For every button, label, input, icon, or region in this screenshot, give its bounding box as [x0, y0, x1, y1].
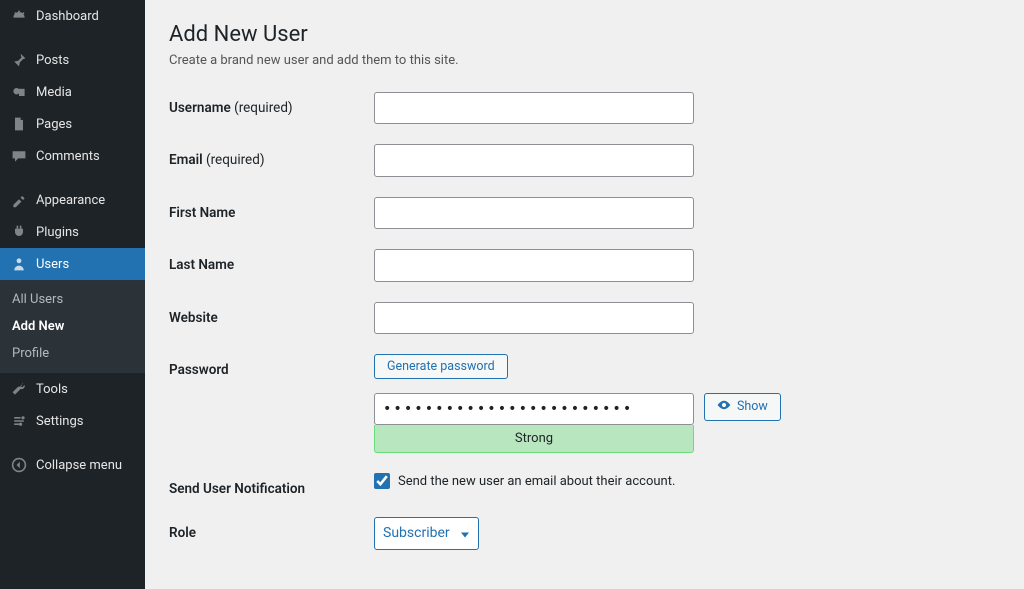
media-icon [10, 84, 28, 100]
sidebar-item-appearance[interactable]: Appearance [0, 184, 145, 216]
submenu-all-users[interactable]: All Users [0, 286, 145, 313]
sidebar-item-label: Comments [36, 149, 100, 164]
sidebar-item-dashboard[interactable]: Dashboard [0, 0, 145, 32]
sidebar-item-label: Users [36, 257, 69, 272]
role-label: Role [169, 517, 374, 541]
email-label: Email (required) [169, 144, 374, 168]
main-content: Add New User Create a brand new user and… [145, 0, 1024, 589]
email-input[interactable] [374, 144, 694, 176]
pages-icon [10, 116, 28, 132]
plugins-icon [10, 224, 28, 240]
eye-icon [717, 398, 731, 416]
sidebar-item-settings[interactable]: Settings [0, 405, 145, 437]
sidebar-item-label: Collapse menu [36, 458, 122, 473]
page-description: Create a brand new user and add them to … [169, 53, 1000, 68]
settings-icon [10, 413, 28, 429]
sidebar-item-posts[interactable]: Posts [0, 44, 145, 76]
sidebar-item-label: Posts [36, 53, 69, 68]
show-password-button[interactable]: Show [704, 393, 781, 421]
sidebar-item-comments[interactable]: Comments [0, 140, 145, 172]
website-input[interactable] [374, 302, 694, 334]
password-label: Password [169, 354, 374, 378]
submenu-profile[interactable]: Profile [0, 340, 145, 367]
last-name-input[interactable] [374, 249, 694, 281]
appearance-icon [10, 192, 28, 208]
sidebar-item-tools[interactable]: Tools [0, 373, 145, 405]
tools-icon [10, 381, 28, 397]
sidebar-item-label: Media [36, 85, 72, 100]
comments-icon [10, 148, 28, 164]
sidebar-item-label: Dashboard [36, 9, 99, 24]
password-strength: Strong [374, 425, 694, 453]
sidebar-collapse[interactable]: Collapse menu [0, 449, 145, 481]
username-input[interactable] [374, 92, 694, 124]
dashboard-icon [10, 8, 28, 24]
notify-checkbox[interactable] [374, 473, 390, 489]
sidebar-item-label: Plugins [36, 225, 79, 240]
sidebar-item-users[interactable]: Users [0, 248, 145, 280]
role-select[interactable]: Subscriber [374, 517, 479, 549]
users-icon [10, 256, 28, 272]
sidebar-item-label: Pages [36, 117, 72, 132]
password-input[interactable] [374, 393, 694, 425]
page-title: Add New User [169, 22, 1000, 47]
sidebar-item-pages[interactable]: Pages [0, 108, 145, 140]
sidebar-item-label: Settings [36, 414, 83, 429]
pin-icon [10, 52, 28, 68]
website-label: Website [169, 302, 374, 326]
first-name-input[interactable] [374, 197, 694, 229]
sidebar-item-label: Appearance [36, 193, 105, 208]
last-name-label: Last Name [169, 249, 374, 273]
sidebar-item-label: Tools [36, 382, 68, 397]
first-name-label: First Name [169, 197, 374, 221]
notify-label: Send User Notification [169, 473, 374, 497]
submenu-add-new[interactable]: Add New [0, 313, 145, 340]
collapse-icon [10, 457, 28, 473]
username-label: Username (required) [169, 92, 374, 116]
generate-password-button[interactable]: Generate password [374, 354, 508, 379]
users-submenu: All Users Add New Profile [0, 280, 145, 373]
sidebar-item-media[interactable]: Media [0, 76, 145, 108]
admin-sidebar: Dashboard Posts Media Pages Comments App… [0, 0, 145, 589]
sidebar-item-plugins[interactable]: Plugins [0, 216, 145, 248]
notify-text: Send the new user an email about their a… [398, 474, 675, 489]
